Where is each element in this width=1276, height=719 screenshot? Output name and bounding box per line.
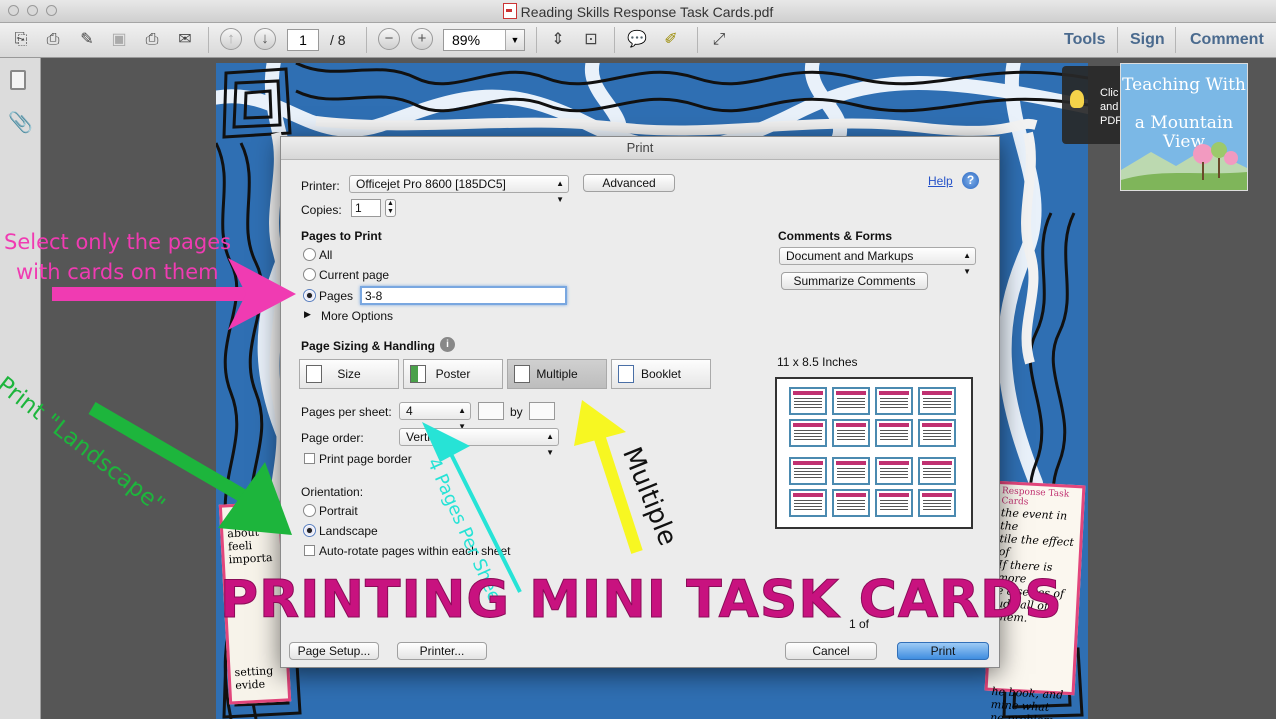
green-arrow-head: [218, 462, 292, 535]
pink-annotation-line1: Select only the pages: [4, 230, 232, 254]
overlay-title: Printing Mini task cards: [220, 570, 1063, 631]
cyan-arrow-head: [422, 422, 470, 462]
pink-arrow-shaft: [52, 287, 252, 301]
pink-annotation-line2: with cards on them: [16, 260, 219, 284]
